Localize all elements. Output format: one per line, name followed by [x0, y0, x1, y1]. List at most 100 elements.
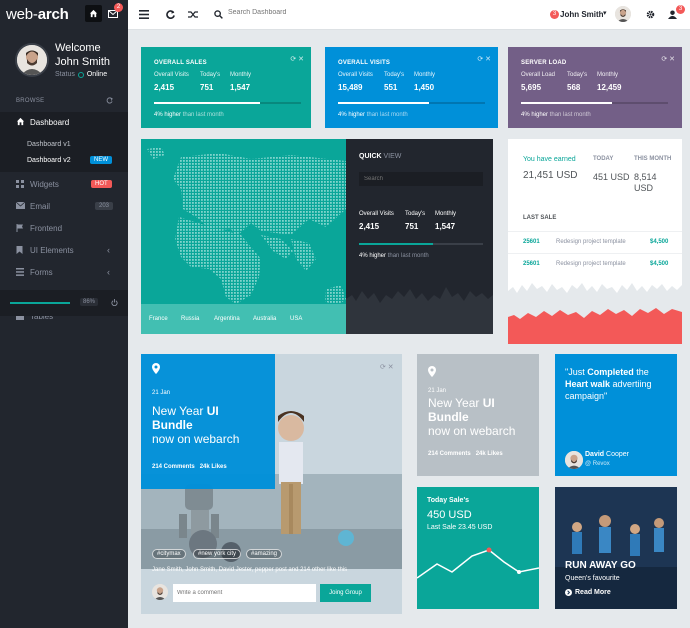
- run-away-title: RUN AWAY GO: [565, 560, 636, 571]
- sale-row[interactable]: 25601 Redesign project template $4,500: [508, 253, 682, 275]
- sidebar-item-label: UI Elements: [30, 246, 74, 255]
- sales-panel: You have earned 21,451 USD TODAY 451 USD…: [508, 139, 682, 344]
- author-avatar: [565, 451, 583, 469]
- sidebar-item-label: Forms: [30, 268, 53, 277]
- author-name[interactable]: David Cooper: [585, 451, 629, 458]
- notification-badge: 3: [676, 5, 685, 14]
- blog-title[interactable]: New Year UI Bundle now on webarch: [152, 404, 272, 446]
- quick-view-title: QUICK VIEW: [359, 153, 402, 160]
- search-icon[interactable]: [214, 10, 223, 19]
- stat-today: Today's 568: [567, 72, 588, 92]
- header-user-name[interactable]: John Smith: [560, 10, 604, 19]
- arrow-circle-icon: [565, 589, 572, 596]
- tile-controls-icon[interactable]: ⟳ ✕: [290, 55, 304, 63]
- tile-title: SERVER LOAD: [521, 60, 567, 66]
- submenu-dashboard-v2[interactable]: Dashboard v2: [27, 157, 71, 164]
- promo-date: 21 Jan: [428, 388, 447, 394]
- sale-row[interactable]: 25601 Redesign project template $4,500: [508, 231, 682, 253]
- map-country-label[interactable]: USA: [290, 316, 302, 322]
- sidebar-top-bar: web-arch 2: [0, 0, 128, 30]
- quick-progress-track: [359, 243, 483, 245]
- sidebar-item-forms[interactable]: Forms ‹: [0, 263, 128, 283]
- gear-icon[interactable]: [646, 10, 655, 19]
- home-button[interactable]: [85, 5, 102, 22]
- stat-overall-load: Overall Load 5,695: [521, 72, 556, 92]
- refresh-icon[interactable]: [106, 97, 113, 104]
- read-more-link[interactable]: Read More: [565, 589, 611, 596]
- tile-progress-bar: [521, 102, 613, 104]
- tile-footer: 4% higher than last month: [154, 112, 224, 118]
- today-sales-line-chart: [417, 547, 539, 579]
- sidebar-item-label: Email: [30, 202, 51, 211]
- run-away-subtitle: Queen's favourite: [565, 575, 620, 582]
- sidebar-item-widgets[interactable]: Widgets HOT: [0, 175, 128, 195]
- today-label: TODAY: [593, 156, 614, 162]
- run-away-card[interactable]: RUN AWAY GO Queen's favourite Read More: [555, 487, 677, 609]
- status-dot-icon: [77, 71, 84, 78]
- sidebar-item-ui-elements[interactable]: UI Elements ‹: [0, 241, 128, 261]
- browse-heading: BROWSE: [16, 98, 45, 104]
- header-avatar[interactable]: [615, 6, 631, 22]
- mail-button[interactable]: 2: [104, 3, 123, 22]
- tile-controls-icon[interactable]: ⟳ ✕: [661, 55, 675, 63]
- world-map[interactable]: France Russia Argentina Australia USA: [141, 139, 346, 334]
- commenter-avatar: [152, 584, 168, 600]
- blog-date: 21 Jan: [152, 390, 171, 396]
- submenu-dashboard-v1[interactable]: Dashboard v1: [27, 141, 71, 148]
- sidebar-item-email[interactable]: Email 203: [0, 197, 128, 217]
- hot-badge: HOT: [91, 180, 112, 188]
- status-label: Status: [55, 71, 75, 78]
- card-controls-icon[interactable]: ⟳ ✕: [380, 363, 394, 371]
- blog-card: ⟳ ✕ 21 Jan New Year UI Bundle now on webar…: [141, 354, 402, 614]
- promo-card[interactable]: 21 Jan New Year UI Bundle now on webarch 2…: [417, 354, 539, 476]
- dashboard-submenu: Dashboard v1 Dashboard v2 NEW: [0, 132, 128, 172]
- tag-chip[interactable]: #citymax: [152, 549, 186, 559]
- bookmark-icon: [16, 246, 23, 254]
- stat-monthly: Monthly 1,547: [435, 211, 457, 231]
- home-icon: [16, 117, 25, 126]
- sidebar-progress-bar: [10, 302, 71, 304]
- profile-avatar[interactable]: [15, 43, 49, 77]
- sidebar: web-arch 2 Welcome John Smith Status Onl…: [0, 0, 128, 628]
- map-country-label[interactable]: Australia: [253, 316, 276, 322]
- quick-view-search[interactable]: [359, 172, 483, 186]
- tile-footer: 4% higher than last month: [521, 112, 591, 118]
- welcome-text: Welcome: [55, 42, 101, 54]
- quick-view-panel: QUICK VIEW Overall Visits2,415 Today's75…: [346, 139, 493, 334]
- sidebar-item-dashboard[interactable]: Dashboard: [0, 112, 128, 132]
- tile-title: OVERALL VISITS: [338, 60, 391, 66]
- sidebar-item-label: Frontend: [30, 224, 63, 233]
- map-country-label[interactable]: France: [149, 316, 168, 322]
- join-group-button[interactable]: Joing Group: [320, 584, 371, 602]
- profile-name: John Smith: [55, 56, 111, 68]
- home-icon: [89, 9, 98, 18]
- email-count-badge: 203: [95, 202, 114, 210]
- tile-controls-icon[interactable]: ⟳ ✕: [477, 55, 491, 63]
- logo[interactable]: web-arch: [6, 6, 69, 23]
- search-input[interactable]: [228, 9, 408, 16]
- reload-icon[interactable]: [166, 10, 175, 19]
- stat-today: Today's 751: [200, 72, 221, 92]
- promo-stats: 214 Comments 24k Likes: [428, 451, 503, 457]
- tag-chip[interactable]: #new york city: [193, 549, 242, 559]
- power-icon[interactable]: [111, 299, 118, 306]
- testimonial-text: "Just Completed the Heart walk advertiin…: [565, 367, 652, 401]
- chevron-left-icon: ‹: [107, 267, 110, 277]
- comment-input[interactable]: [173, 584, 316, 602]
- tag-chip[interactable]: #amazing: [246, 549, 283, 559]
- chevron-down-icon[interactable]: ▾: [603, 9, 607, 17]
- sidebar-item-frontend[interactable]: Frontend: [0, 219, 128, 239]
- menu-toggle-icon[interactable]: [139, 10, 149, 19]
- tile-progress-track: [338, 102, 485, 104]
- map-country-label[interactable]: Russia: [181, 316, 199, 322]
- stat-overall-visits: Overall Visits 15,489: [338, 72, 373, 92]
- blog-likers: Jane Smith, John Smith, David Jester, pe…: [152, 567, 348, 573]
- sales-area-chart: [508, 283, 682, 344]
- mail-badge: 2: [114, 3, 123, 12]
- overall-sales-tile: OVERALL SALES ⟳ ✕ Overall Visits 2,415 To…: [141, 47, 311, 128]
- top-header: 3 John Smith ▾ 3: [128, 0, 690, 30]
- last-sale-value: Last Sale 23.45 USD: [427, 524, 493, 531]
- flag-icon: [16, 224, 23, 232]
- shuffle-icon[interactable]: [188, 10, 198, 19]
- map-country-label[interactable]: Argentina: [214, 316, 240, 322]
